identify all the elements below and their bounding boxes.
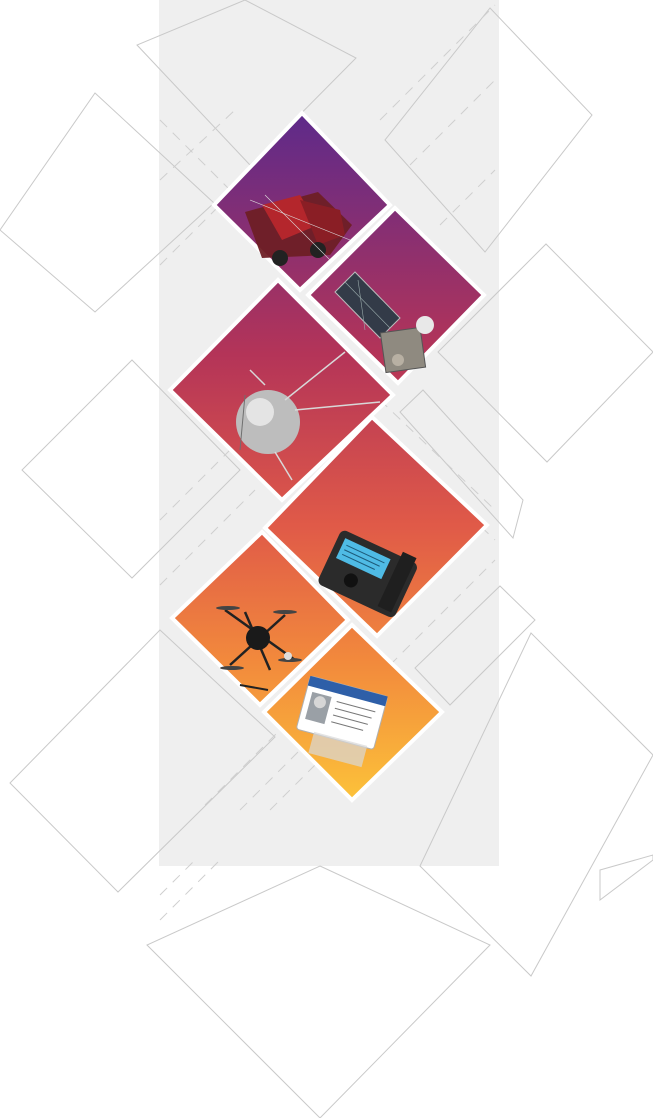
tile-mosaic [167,110,490,803]
